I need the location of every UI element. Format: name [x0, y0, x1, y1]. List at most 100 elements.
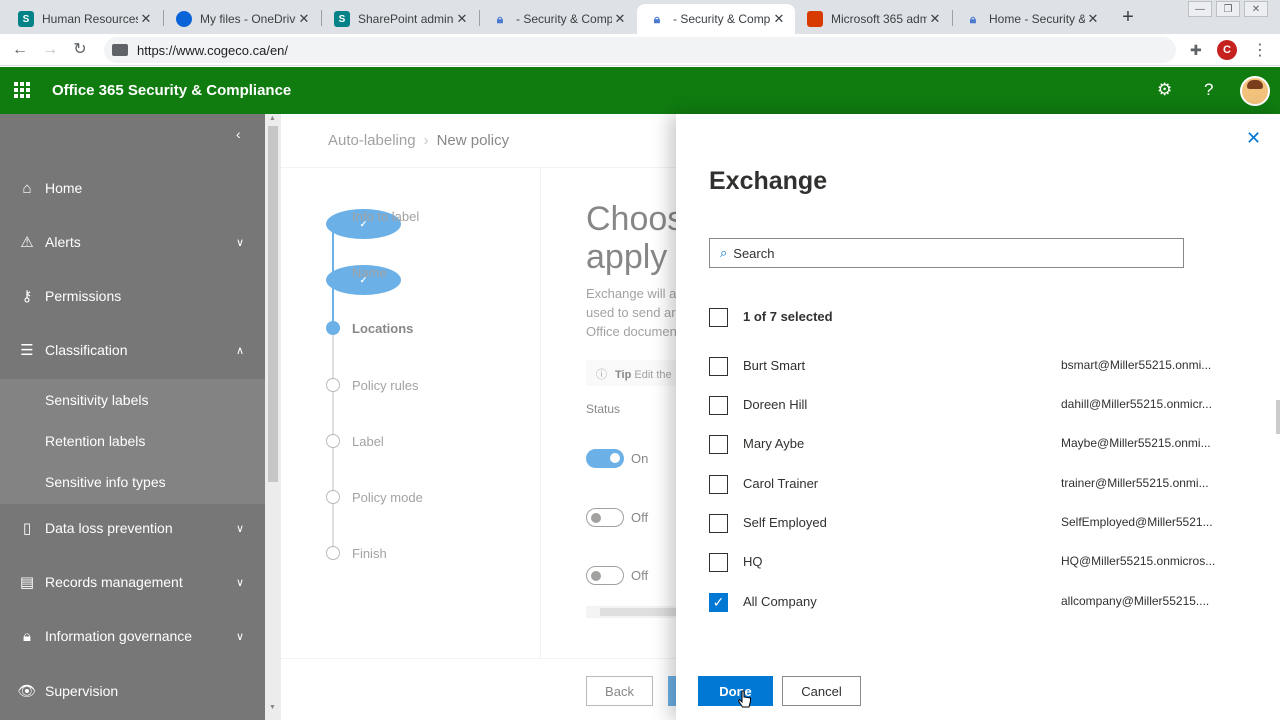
recipient-email: bsmart@Miller55215.onmi... [1061, 358, 1212, 372]
sharepoint-icon: S [18, 11, 34, 27]
tab-title: My files - OneDrive [200, 12, 296, 26]
help-icon[interactable]: ? [1204, 80, 1213, 100]
row-checkbox[interactable] [709, 514, 728, 533]
close-tab-icon[interactable]: ✕ [1085, 11, 1101, 27]
nav-item-label: Alerts [45, 234, 81, 250]
row-checkbox-checked[interactable]: ✓ [709, 593, 728, 612]
supervision-icon: 👁︎ [17, 683, 37, 700]
recipient-name: Self Employed [743, 515, 827, 530]
sharepoint-icon: S [334, 11, 350, 27]
governance-icon: 🔒︎ [23, 627, 31, 645]
row-checkbox[interactable] [709, 396, 728, 415]
tab-title: Home - Security & [989, 12, 1085, 26]
browser-menu-icon[interactable]: ⋮ [1252, 40, 1268, 60]
nav-item-home[interactable]: ⌂ Home [0, 166, 265, 210]
restore-icon[interactable]: ❐ [1216, 1, 1240, 17]
minimize-icon[interactable]: — [1188, 1, 1212, 17]
scrollbar-thumb[interactable] [268, 126, 278, 482]
nav-item-records-management[interactable]: ▤ Records management ∨ [0, 560, 265, 604]
settings-gear-icon[interactable]: ⚙ [1157, 80, 1172, 100]
reload-icon[interactable]: ↻ [70, 40, 90, 60]
collapse-nav-icon[interactable]: ‹ [236, 126, 241, 142]
mouse-cursor-icon [738, 690, 751, 708]
recipient-name: Burt Smart [743, 358, 806, 373]
close-tab-icon[interactable]: ✕ [927, 11, 943, 27]
tab-title: - Security & Compl [673, 12, 771, 26]
browser-tab-microsoft-365-admin[interactable]: Microsoft 365 adm ✕ [795, 4, 951, 34]
nav-item-label: Information governance [45, 628, 193, 644]
scroll-down-icon[interactable]: ▼ [269, 704, 276, 711]
done-button[interactable]: Done [698, 676, 773, 706]
nav-scrollbar[interactable]: ▲ ▼ [265, 114, 281, 720]
recipient-email: allcompany@Miller55215.... [1061, 594, 1210, 608]
browser-tab-home-security[interactable]: 🔒︎ Home - Security & ✕ [953, 4, 1109, 34]
tab-title: Microsoft 365 adm [831, 12, 927, 26]
row-checkbox[interactable] [709, 435, 728, 454]
select-all-checkbox[interactable] [709, 308, 728, 327]
suite-header: Office 365 Security & Compliance ⚙ ? [0, 67, 1280, 114]
page-scrollbar[interactable] [1276, 400, 1280, 434]
nav-item-data-loss-prevention[interactable]: ▯ Data loss prevention ∨ [0, 506, 265, 550]
records-icon: ▤ [19, 574, 35, 591]
browser-tab-security-compliance-active[interactable]: 🔒︎ - Security & Compl ✕ [637, 4, 795, 34]
window-controls: — ❐ ✕ [1188, 1, 1268, 17]
scroll-up-icon[interactable]: ▲ [269, 115, 276, 122]
nav-item-alerts[interactable]: ⚠ Alerts ∨ [0, 220, 265, 264]
onedrive-icon [176, 11, 192, 27]
nav-subitem-retention-labels[interactable]: Retention labels [45, 433, 145, 449]
nav-subitem-sensitivity-labels[interactable]: Sensitivity labels [45, 392, 149, 408]
recipient-name: HQ [743, 554, 763, 569]
row-checkbox[interactable] [709, 553, 728, 572]
row-checkbox[interactable] [709, 357, 728, 376]
close-icon[interactable]: ✕ [1246, 128, 1261, 149]
recipient-name: All Company [743, 594, 817, 609]
new-tab-button[interactable]: + [1118, 6, 1138, 28]
search-placeholder: Search [733, 245, 775, 261]
nav-item-permissions[interactable]: ⚷ Permissions [0, 274, 265, 318]
app-launcher-icon[interactable] [14, 82, 30, 98]
search-input[interactable]: ⌕ Search [709, 238, 1184, 268]
browser-tab-security-compliance-1[interactable]: 🔒︎ - Security & Compl ✕ [480, 4, 636, 34]
recipient-name: Doreen Hill [743, 397, 808, 412]
site-info-icon[interactable] [112, 44, 128, 56]
close-tab-icon[interactable]: ✕ [771, 11, 787, 27]
panel-title: Exchange [709, 167, 828, 195]
app-title[interactable]: Office 365 Security & Compliance [52, 82, 291, 99]
tab-title: Human Resources [42, 12, 138, 26]
back-arrow-icon[interactable]: ← [10, 40, 30, 60]
close-window-icon[interactable]: ✕ [1244, 1, 1268, 17]
close-tab-icon[interactable]: ✕ [296, 11, 312, 27]
tab-title: SharePoint admin c [358, 12, 454, 26]
url-bar[interactable]: https://www.cogeco.ca/en/ [104, 37, 1176, 63]
dlp-icon: ▯ [22, 520, 32, 537]
nav-item-information-governance[interactable]: 🔒︎ Information governance ∨ [0, 614, 265, 658]
tab-title: - Security & Compl [516, 12, 612, 26]
browser-tab-strip: S Human Resources ✕ My files - OneDrive … [0, 0, 1280, 34]
lock-icon: 🔒︎ [653, 11, 661, 26]
close-tab-icon[interactable]: ✕ [612, 11, 628, 27]
office-icon [807, 11, 823, 27]
overlay-dim [281, 114, 676, 720]
close-tab-icon[interactable]: ✕ [138, 11, 154, 27]
nav-subitem-sensitive-info-types[interactable]: Sensitive info types [45, 474, 166, 490]
recipient-name: Mary Aybe [743, 436, 805, 451]
browser-tab-sharepoint-admin[interactable]: S SharePoint admin c ✕ [322, 4, 478, 34]
recipient-email: dahill@Miller55215.onmicr... [1061, 397, 1212, 411]
cancel-button[interactable]: Cancel [782, 676, 861, 706]
home-icon: ⌂ [22, 179, 32, 197]
nav-item-classification[interactable]: ☰ Classification ∧ [0, 328, 265, 372]
chevron-up-icon: ∧ [236, 344, 245, 357]
browser-tab-human-resources[interactable]: S Human Resources ✕ [6, 4, 162, 34]
browser-tab-onedrive[interactable]: My files - OneDrive ✕ [164, 4, 320, 34]
chevron-down-icon: ∨ [236, 236, 245, 249]
user-avatar[interactable] [1240, 76, 1270, 106]
extensions-icon[interactable]: ✚ [1190, 42, 1202, 59]
left-navigation: ‹ ⌂ Home ⚠ Alerts ∨ ⚷ Permissions ☰ Clas… [0, 114, 265, 720]
chevron-down-icon: ∨ [236, 522, 245, 535]
close-tab-icon[interactable]: ✕ [454, 11, 470, 27]
classification-submenu: Sensitivity labels Retention labels Sens… [0, 379, 265, 504]
nav-item-supervision[interactable]: 👁︎ Supervision [0, 669, 265, 713]
profile-avatar[interactable]: C [1217, 40, 1237, 60]
row-checkbox[interactable] [709, 475, 728, 494]
forward-arrow-icon[interactable]: → [40, 40, 60, 60]
